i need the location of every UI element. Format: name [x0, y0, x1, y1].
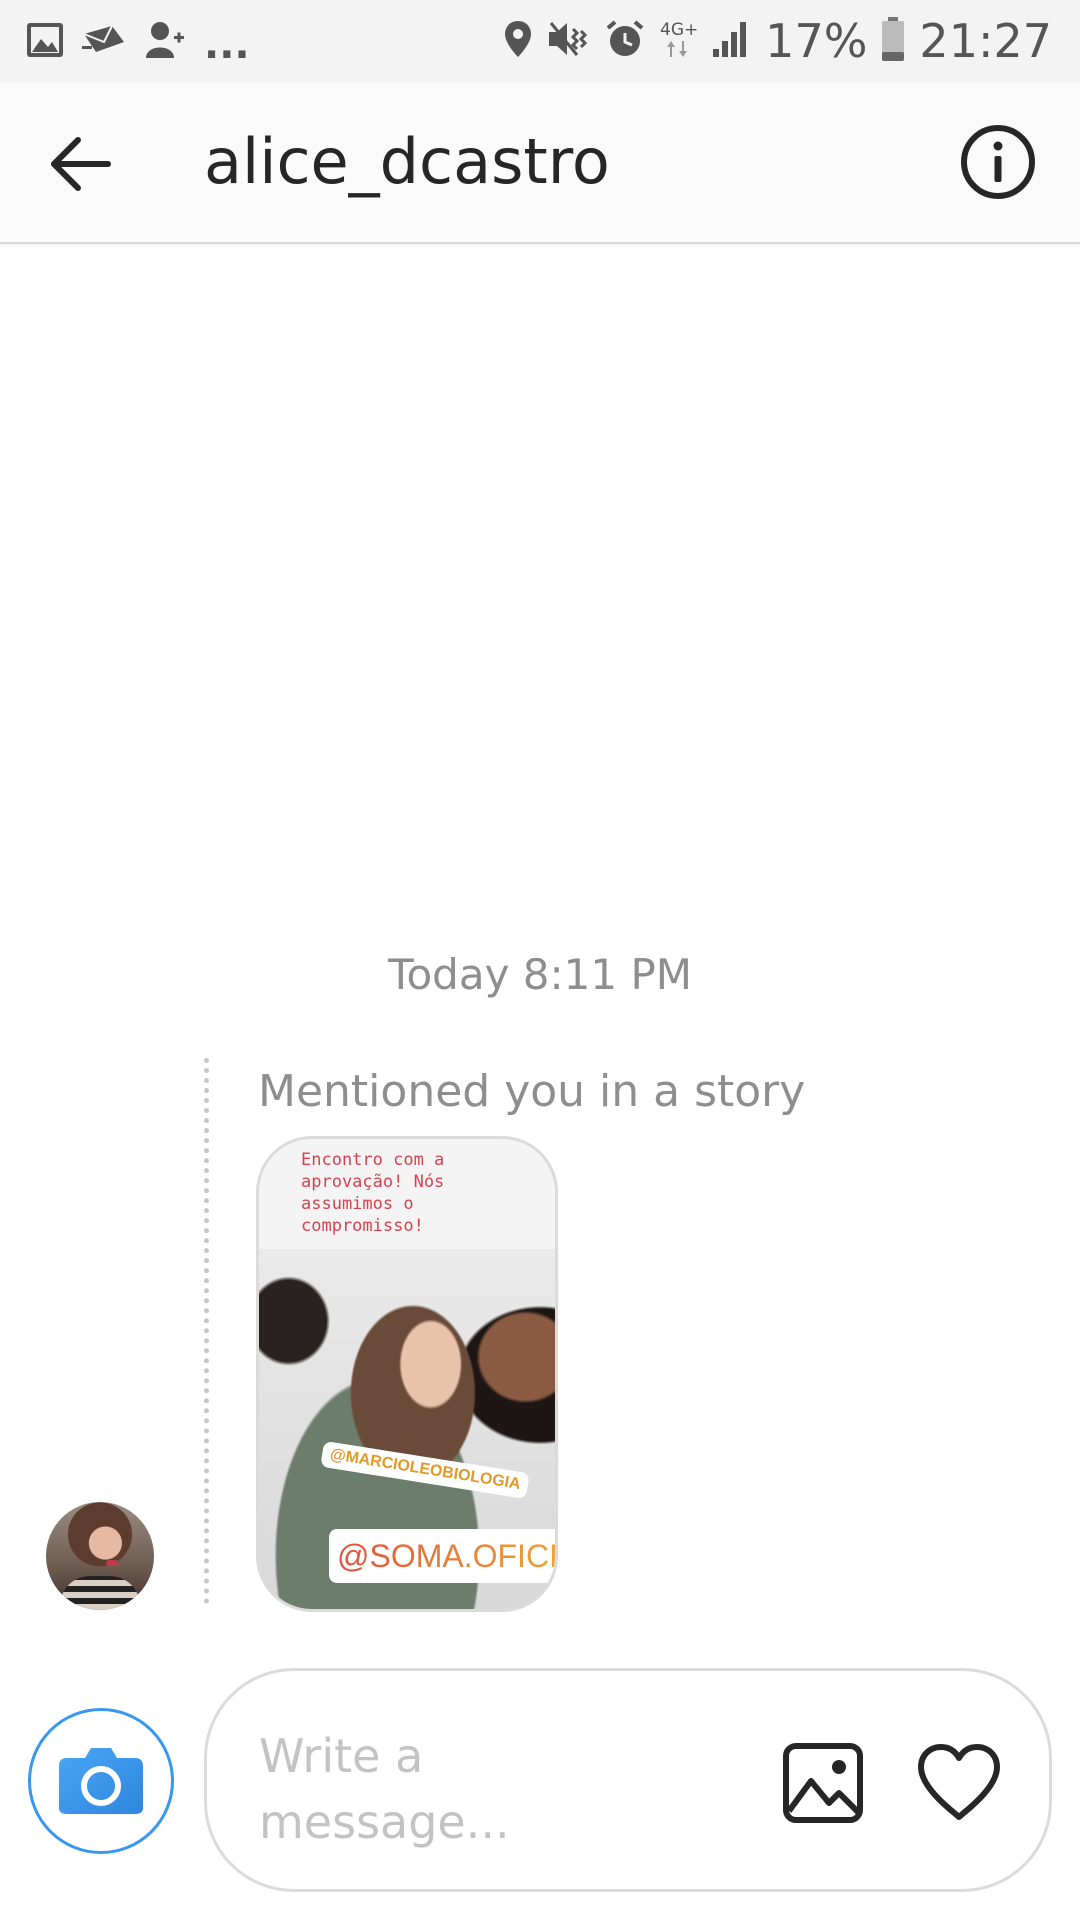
- image-icon: [783, 1743, 863, 1823]
- camera-icon: [59, 1748, 143, 1814]
- svg-text:4G+: 4G+: [660, 20, 697, 40]
- info-icon: [961, 125, 1035, 199]
- back-button[interactable]: [40, 124, 120, 204]
- story-preview[interactable]: Encontro com a aprovação! Nós assumimos …: [256, 1136, 558, 1612]
- alarm-icon: [605, 19, 645, 63]
- message-timestamp: Today 8:11 PM: [387, 950, 693, 999]
- status-bar-notifications: ...: [26, 14, 250, 70]
- signal-icon: [711, 19, 751, 63]
- avatar-shirt: [60, 1576, 140, 1610]
- story-caption-text: Encontro com a aprovação! Nós assumimos …: [301, 1150, 445, 1236]
- avatar-detail: [106, 1560, 118, 1566]
- status-bar: ... 4G+ 17% 21:27: [0, 0, 1080, 82]
- gallery-button[interactable]: [781, 1741, 865, 1825]
- avatar[interactable]: [46, 1502, 154, 1610]
- mention-sticker-large-text: @SOMA.OFICIAL: [337, 1538, 555, 1574]
- like-button[interactable]: [915, 1741, 1003, 1825]
- mention-sticker-large: @SOMA.OFICIAL: [329, 1529, 555, 1583]
- clock: 21:27: [919, 14, 1052, 68]
- arrow-left-icon: [51, 137, 111, 191]
- info-button[interactable]: [958, 122, 1038, 202]
- mail-icon: [82, 24, 126, 60]
- battery-percentage: 17%: [765, 14, 868, 68]
- conversation-header: alice_dcastro: [0, 82, 1080, 244]
- message-composer: [204, 1668, 1052, 1892]
- gallery-icon: [26, 22, 64, 62]
- location-icon: [503, 19, 533, 63]
- mute-icon: [547, 19, 591, 63]
- status-bar-system: 4G+ 17% 21:27: [503, 10, 1052, 72]
- network-type-icon: 4G+: [659, 17, 698, 65]
- story-mention-divider: [204, 1058, 209, 1604]
- overflow-indicator: ...: [204, 22, 250, 68]
- heart-icon: [918, 1744, 1000, 1820]
- story-mention-caption: Mentioned you in a story: [258, 1066, 806, 1117]
- message-input[interactable]: [259, 1723, 679, 1853]
- battery-icon: [881, 16, 905, 66]
- add-user-icon: [144, 20, 186, 64]
- conversation-title[interactable]: alice_dcastro: [204, 122, 610, 202]
- camera-button[interactable]: [28, 1708, 174, 1854]
